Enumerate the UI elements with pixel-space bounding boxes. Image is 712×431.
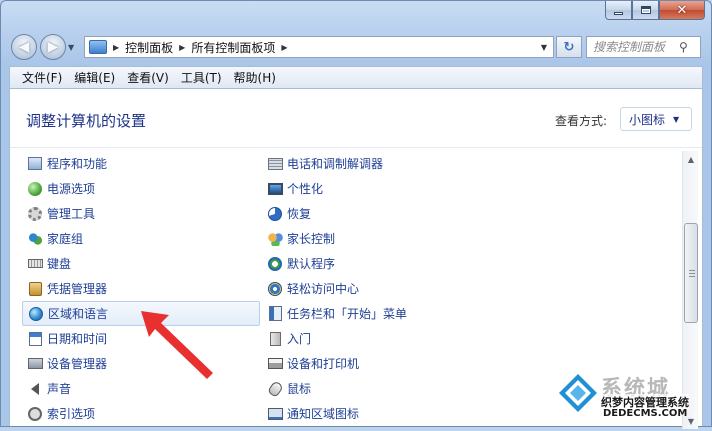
red-arrow-annotation: [141, 311, 213, 379]
item-recovery[interactable]: 恢复: [262, 201, 500, 226]
index-icon: [27, 406, 43, 422]
power-icon: [27, 181, 43, 197]
item-administrative-tools[interactable]: 管理工具: [22, 201, 260, 226]
recovery-icon: [267, 206, 283, 222]
content-header: 调整计算机的设置 查看方式: 小图标 ▼: [10, 89, 702, 147]
menu-help[interactable]: 帮助(H): [228, 67, 282, 89]
device-manager-icon: [27, 356, 43, 372]
back-button[interactable]: ◀: [11, 34, 37, 60]
getting-started-icon: [267, 331, 283, 347]
search-input[interactable]: [587, 40, 679, 54]
taskbar-icon: [267, 306, 283, 322]
menu-edit[interactable]: 编辑(E): [68, 67, 121, 89]
personalization-icon: [267, 181, 283, 197]
calendar-icon: [27, 331, 43, 347]
chevron-down-icon: ▼: [673, 114, 680, 124]
close-button[interactable]: ✕: [659, 1, 705, 20]
minimize-icon: [614, 11, 623, 15]
view-by-value: 小图标: [629, 112, 666, 127]
credential-icon: [27, 281, 43, 297]
control-panel-icon: [89, 40, 107, 54]
forward-button[interactable]: ▶: [40, 34, 66, 60]
item-taskbar-and-start-menu[interactable]: 任务栏和「开始」菜单: [262, 301, 500, 326]
item-indexing-options[interactable]: 索引选项: [22, 401, 260, 426]
item-getting-started[interactable]: 入门: [262, 326, 500, 351]
item-programs-and-features[interactable]: 程序和功能: [22, 151, 260, 176]
item-phone-and-modem[interactable]: 电话和调制解调器: [262, 151, 500, 176]
breadcrumb-control-panel[interactable]: 控制面板: [125, 39, 173, 56]
page-title: 调整计算机的设置: [26, 112, 147, 130]
items-column-right: 电话和调制解调器 个性化 恢复 家长控制 默认程序 轻松访问中心 任务栏和「开始…: [262, 151, 500, 426]
forward-arrow-icon: ▶: [47, 39, 59, 55]
breadcrumb-separator-icon[interactable]: ▶: [113, 43, 119, 52]
admin-tools-icon: [27, 206, 43, 222]
printer-icon: [267, 356, 283, 372]
item-devices-and-printers[interactable]: 设备和打印机: [262, 351, 500, 376]
item-parental-controls[interactable]: 家长控制: [262, 226, 500, 251]
search-icon[interactable]: ⚲: [679, 40, 695, 54]
phone-modem-icon: [267, 156, 283, 172]
caption-buttons: ✕: [605, 1, 705, 20]
item-default-programs[interactable]: 默认程序: [262, 251, 500, 276]
close-icon: ✕: [676, 2, 688, 18]
header-divider: [10, 147, 702, 148]
breadcrumb-separator-icon[interactable]: ▶: [281, 43, 287, 52]
navigation-bar: ◀ ▶ ▼ ▶ 控制面板 ▶ 所有控制面板项 ▶ ▼ ↻ ⚲: [11, 33, 703, 61]
minimize-button[interactable]: [605, 1, 632, 20]
keyboard-icon: [27, 256, 43, 272]
item-power-options[interactable]: 电源选项: [22, 176, 260, 201]
recent-pages-dropdown[interactable]: ▼: [68, 43, 80, 52]
menu-bar: 文件(F) 编辑(E) 查看(V) 工具(T) 帮助(H): [9, 66, 703, 88]
scroll-up-arrow-icon[interactable]: ▲: [683, 151, 699, 167]
refresh-icon: ↻: [563, 39, 575, 55]
watermark-url: DEDECMS.COM: [603, 408, 688, 419]
item-keyboard[interactable]: 键盘: [22, 251, 260, 276]
view-by-dropdown[interactable]: 小图标 ▼: [620, 107, 692, 131]
grip-icon: [689, 270, 695, 278]
scrollbar-thumb[interactable]: [684, 223, 698, 323]
search-box[interactable]: ⚲: [586, 36, 701, 58]
item-ease-of-access[interactable]: 轻松访问中心: [262, 276, 500, 301]
item-credential-manager[interactable]: 凭据管理器: [22, 276, 260, 301]
refresh-button[interactable]: ↻: [556, 36, 582, 58]
item-mouse[interactable]: 鼠标: [262, 376, 500, 401]
speaker-icon: [27, 381, 43, 397]
address-bar[interactable]: ▶ 控制面板 ▶ 所有控制面板项 ▶ ▼: [84, 36, 554, 58]
region-globe-icon: [28, 306, 44, 322]
default-programs-icon: [267, 256, 283, 272]
homegroup-icon: [27, 231, 43, 247]
watermark-logo-icon: [559, 374, 597, 412]
breadcrumb-separator-icon[interactable]: ▶: [179, 43, 185, 52]
watermark: 系统城 织梦内容管理系统 DEDECMS.COM: [557, 372, 707, 422]
item-notification-area-icons[interactable]: 通知区域图标: [262, 401, 500, 426]
view-by-label: 查看方式:: [554, 114, 607, 128]
item-homegroup[interactable]: 家庭组: [22, 226, 260, 251]
ease-of-access-icon: [267, 281, 283, 297]
notification-tray-icon: [267, 406, 283, 422]
control-panel-window: ✕ ◀ ▶ ▼ ▶ 控制面板 ▶ 所有控制面板项 ▶ ▼ ↻ ⚲ 文件(F) 编…: [0, 0, 712, 429]
item-personalization[interactable]: 个性化: [262, 176, 500, 201]
parental-control-icon: [267, 231, 283, 247]
maximize-icon: [640, 6, 651, 14]
programs-icon: [27, 156, 43, 172]
menu-tools[interactable]: 工具(T): [175, 67, 228, 89]
arrow-head-icon: [141, 311, 213, 379]
breadcrumb-all-items[interactable]: 所有控制面板项: [191, 39, 275, 56]
menu-view[interactable]: 查看(V): [121, 67, 175, 89]
maximize-button[interactable]: [632, 1, 659, 20]
back-arrow-icon: ◀: [18, 39, 30, 55]
menu-file[interactable]: 文件(F): [16, 67, 68, 89]
mouse-icon: [266, 379, 284, 398]
address-dropdown-icon[interactable]: ▼: [541, 43, 547, 52]
